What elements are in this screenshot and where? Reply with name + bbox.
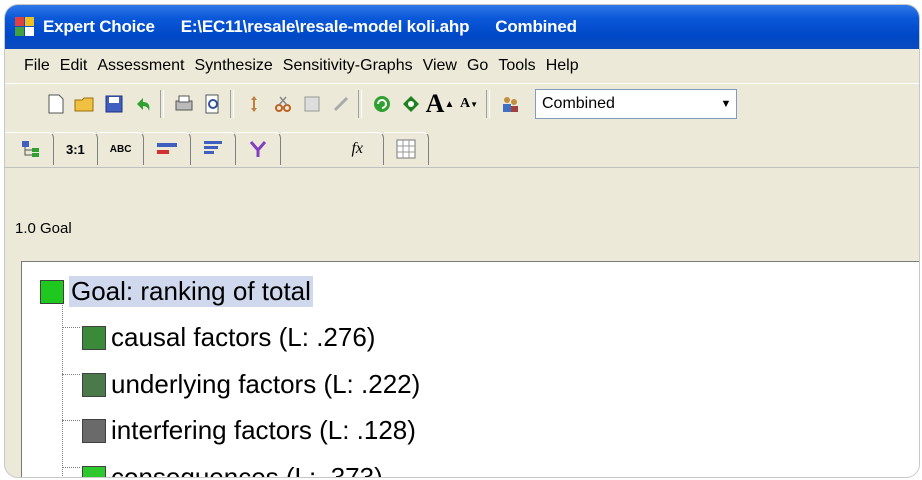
node-label: consequences (L: .373) — [111, 462, 383, 478]
menu-bar: File Edit Assessment Synthesize Sensitiv… — [5, 49, 919, 82]
tree-node[interactable]: underlying factors (L: .222) — [82, 369, 420, 400]
hierarchy-tree: Goal: ranking of total causal factors (L… — [21, 261, 919, 477]
menu-tools[interactable]: Tools — [493, 57, 540, 75]
delete-icon[interactable] — [299, 91, 325, 117]
grid-icon — [396, 139, 416, 159]
tab-verbal-label: ABC — [109, 143, 132, 155]
tree-node-goal[interactable]: Goal: ranking of total — [40, 276, 313, 307]
node-label: underlying factors (L: .222) — [111, 369, 421, 399]
tab-graphical[interactable] — [144, 132, 192, 165]
node-path-label: 1.0 Goal — [15, 220, 72, 237]
toolbar-separator — [160, 90, 164, 118]
tab-tree-view[interactable] — [5, 132, 54, 165]
node-path-bar: 1.0 Goal — [5, 167, 919, 254]
goal-label: Goal: ranking of total — [69, 276, 313, 307]
save-icon[interactable] — [101, 91, 127, 117]
tree-connector — [62, 467, 80, 468]
hierarchy-icon — [250, 141, 267, 157]
app-window: Expert Choice E:\EC11\resale\resale-mode… — [4, 4, 920, 478]
node-label: causal factors (L: .276) — [111, 322, 376, 352]
node-icon — [82, 325, 106, 350]
insert-icon[interactable] — [328, 91, 354, 117]
bar-chart-icon — [157, 143, 178, 154]
open-icon[interactable] — [72, 91, 98, 117]
node-label: interfering factors (L: .128) — [111, 415, 416, 445]
file-path: E:\EC11\resale\resale-model koli.ahp — [180, 17, 470, 36]
new-icon[interactable] — [43, 91, 69, 117]
node-icon — [82, 418, 106, 443]
combined-select-value: Combined — [542, 95, 615, 112]
tree-node[interactable]: interfering factors (L: .128) — [82, 415, 416, 446]
title-bar[interactable]: Expert Choice E:\EC11\resale\resale-mode… — [5, 5, 919, 49]
tab-sorted[interactable] — [191, 132, 237, 165]
cut-icon[interactable] — [270, 91, 296, 117]
print-icon[interactable] — [171, 91, 197, 117]
tab-formula[interactable]: fx — [281, 132, 385, 165]
view-tabs: 3:1 ABC fx — [5, 125, 919, 165]
tab-pairwise-label: 3:1 — [66, 141, 85, 157]
font-larger-glyph: A — [425, 89, 445, 118]
tree-view-icon — [22, 141, 39, 157]
print-preview-icon[interactable] — [200, 91, 226, 117]
move-node-icon[interactable] — [241, 91, 267, 117]
menu-file[interactable]: File — [19, 57, 55, 75]
tab-pairwise-numerical[interactable]: 3:1 — [54, 132, 98, 165]
tree-connector — [62, 420, 80, 421]
toolbar: A ▲ A ▼ Combined ▼ — [5, 83, 919, 124]
mode-label: Combined — [495, 17, 577, 36]
goal-node-icon — [40, 279, 64, 304]
chevron-down-icon[interactable]: ▼ — [716, 98, 736, 110]
synthesize-combined-icon[interactable] — [398, 91, 424, 117]
menu-assessment[interactable]: Assessment — [92, 57, 189, 75]
participants-icon[interactable] — [497, 91, 523, 117]
menu-go[interactable]: Go — [462, 57, 493, 75]
combined-select[interactable]: Combined ▼ — [535, 89, 737, 119]
toolbar-separator — [486, 90, 490, 118]
tree-connector — [62, 327, 80, 328]
menu-sensitivity-graphs[interactable]: Sensitivity-Graphs — [278, 57, 418, 75]
tree-node[interactable]: causal factors (L: .276) — [82, 322, 375, 353]
tree-connector — [62, 294, 63, 477]
menu-view[interactable]: View — [418, 57, 462, 75]
tree-connector — [62, 374, 80, 375]
font-smaller-icon[interactable]: A ▼ — [456, 91, 482, 117]
tab-hierarchy[interactable] — [236, 132, 282, 165]
tab-pairwise-verbal[interactable]: ABC — [97, 132, 145, 165]
font-larger-icon[interactable]: A ▲ — [425, 89, 455, 118]
menu-synthesize[interactable]: Synthesize — [190, 57, 278, 75]
app-name: Expert Choice — [43, 17, 155, 36]
toolbar-separator — [230, 90, 234, 118]
node-icon — [82, 465, 106, 477]
synthesize-icon[interactable] — [369, 91, 395, 117]
font-smaller-glyph: A — [459, 96, 471, 111]
sorted-bars-icon — [204, 141, 223, 154]
node-icon — [82, 372, 106, 397]
menu-edit[interactable]: Edit — [55, 57, 93, 75]
menu-help[interactable]: Help — [541, 57, 584, 75]
toolbar-separator — [358, 90, 362, 118]
undo-icon[interactable] — [130, 91, 156, 117]
formula-icon: fx — [351, 140, 364, 157]
tree-node[interactable]: consequences (L: .373) — [82, 462, 383, 478]
app-logo-icon — [15, 17, 35, 37]
tab-data-grid[interactable] — [384, 132, 430, 165]
